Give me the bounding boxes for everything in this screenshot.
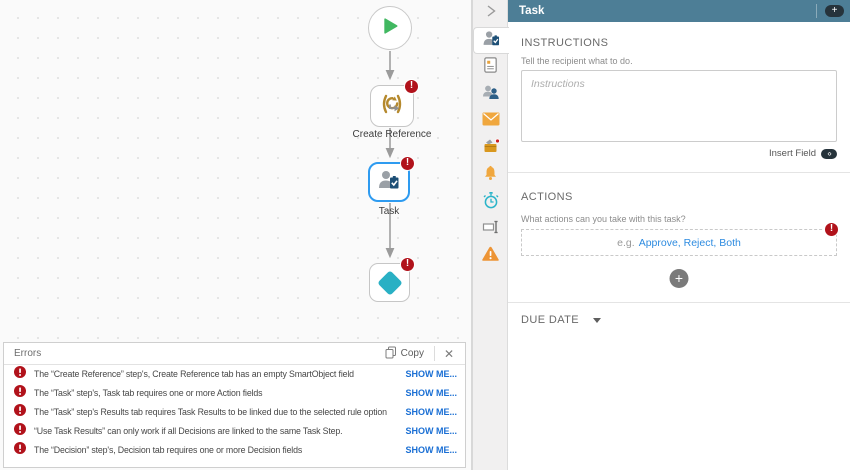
due-date-heading: DUE DATE <box>521 314 580 326</box>
show-me-link[interactable]: SHOW ME... <box>406 388 458 398</box>
insert-field-icon: ‹› <box>821 148 837 159</box>
error-row: The “Decision” step's, Decision tab requ… <box>4 440 465 459</box>
actions-example-links[interactable]: Approve, Reject, Both <box>639 237 741 249</box>
error-icon: ! <box>404 79 419 94</box>
tab-results[interactable] <box>473 135 508 162</box>
section-divider <box>508 172 850 173</box>
start-step[interactable] <box>368 6 412 50</box>
tab-form[interactable] <box>473 54 508 81</box>
actions-input-box[interactable]: e.g. Approve, Reject, Both ! <box>521 222 839 256</box>
error-message: The “Decision” step's, Decision tab requ… <box>34 444 303 455</box>
error-icon <box>14 365 26 383</box>
show-me-link[interactable]: SHOW ME... <box>406 445 458 455</box>
task-tab-icon <box>482 29 501 53</box>
header-divider <box>434 346 435 361</box>
stopwatch-icon <box>482 191 500 215</box>
error-icon: ! <box>400 156 415 171</box>
recipients-tab-icon <box>482 83 500 106</box>
task-step-icon <box>377 168 401 197</box>
toggle-help-icon[interactable]: + <box>825 5 844 17</box>
bell-icon <box>482 164 499 187</box>
error-icon <box>14 384 26 402</box>
copy-icon <box>385 346 397 362</box>
workflow-designer: ! Create Reference ! Task ! Errors Copy … <box>0 0 850 470</box>
tab-task[interactable] <box>473 27 509 54</box>
tab-recipients[interactable] <box>473 81 508 108</box>
header-divider <box>816 4 817 18</box>
tab-rename[interactable] <box>473 216 508 243</box>
chevron-right-icon <box>484 3 498 24</box>
insert-field-button[interactable]: Insert Field ‹› <box>769 148 837 159</box>
instructions-heading: INSTRUCTIONS <box>521 37 609 49</box>
task-step[interactable]: ! <box>368 156 415 202</box>
error-message: “Use Task Results” can only work if all … <box>34 425 343 436</box>
tab-timing[interactable] <box>473 189 508 216</box>
section-divider <box>508 302 850 303</box>
envelope-icon <box>482 112 500 131</box>
chevron-down-icon <box>593 318 602 323</box>
create-reference-step[interactable]: ! <box>370 79 419 127</box>
tab-reminders[interactable] <box>473 162 508 189</box>
step-label: Create Reference <box>352 129 432 140</box>
copy-label: Copy <box>400 348 424 359</box>
error-message: The “Task” step's Results tab requires T… <box>34 406 387 417</box>
instructions-subtext: Tell the recipient what to do. <box>521 56 633 66</box>
design-canvas[interactable]: ! Create Reference ! Task ! Errors Copy … <box>0 0 472 470</box>
actions-subtext: What actions can you take with this task… <box>521 214 686 224</box>
panel-title: Task <box>519 5 545 17</box>
reference-icon <box>379 92 405 121</box>
decision-step[interactable]: ! <box>369 257 415 302</box>
error-icon <box>14 441 26 459</box>
panel-header: Task + <box>508 0 850 22</box>
error-message: The “Create Reference” step's, Create Re… <box>34 369 354 380</box>
actions-example-prefix: e.g. <box>617 236 635 249</box>
error-message: The “Task” step's, Task tab requires one… <box>34 388 263 399</box>
task-config-panel: Task + INSTRUCTIONS Tell the recipient w… <box>507 0 850 470</box>
add-action-button[interactable]: + <box>669 269 689 288</box>
start-icon <box>378 14 402 43</box>
errors-panel: Errors Copy ✕ The “Create Reference” ste… <box>3 342 466 468</box>
copy-errors-button[interactable]: Copy <box>379 346 430 362</box>
errors-panel-header: Errors Copy ✕ <box>4 343 465 365</box>
form-tab-icon <box>482 56 499 79</box>
tab-notifications[interactable] <box>473 108 508 135</box>
error-row: The “Create Reference” step's, Create Re… <box>4 365 465 384</box>
actions-heading: ACTIONS <box>521 191 573 203</box>
error-icon <box>14 422 26 440</box>
collapse-panel-button[interactable] <box>473 0 508 26</box>
close-icon[interactable]: ✕ <box>439 347 459 361</box>
step-label: Task <box>378 206 400 217</box>
error-icon: ! <box>824 222 839 237</box>
error-row: “Use Task Results” can only work if all … <box>4 421 465 440</box>
show-me-link[interactable]: SHOW ME... <box>406 369 458 379</box>
tab-errors[interactable] <box>473 243 508 270</box>
errors-panel-title: Errors <box>14 348 42 359</box>
panel-tab-strip <box>472 0 509 470</box>
insert-field-label: Insert Field <box>769 148 816 159</box>
due-date-section-toggle[interactable]: DUE DATE <box>521 314 602 326</box>
error-icon <box>14 403 26 421</box>
show-me-link[interactable]: SHOW ME... <box>406 426 458 436</box>
warning-triangle-icon <box>481 245 500 268</box>
show-me-link[interactable]: SHOW ME... <box>406 407 458 417</box>
rename-icon <box>482 218 500 241</box>
error-row: The “Task” step's Results tab requires T… <box>4 403 465 422</box>
error-row: The “Task” step's, Task tab requires one… <box>4 384 465 403</box>
results-tab-icon <box>482 137 500 160</box>
error-icon: ! <box>400 257 415 272</box>
decision-icon <box>376 269 403 296</box>
instructions-input[interactable] <box>521 70 837 142</box>
